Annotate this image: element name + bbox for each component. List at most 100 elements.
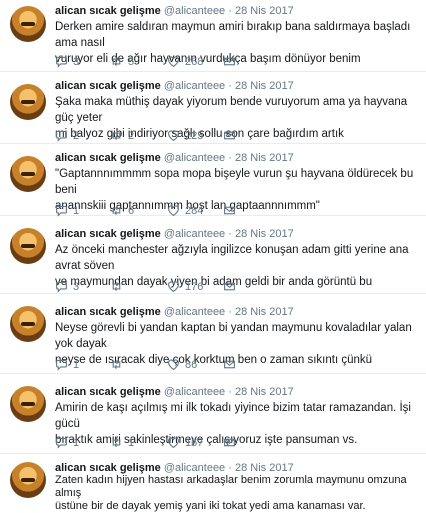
like-count: 167 [185, 436, 204, 449]
tweet-text-line: Az önceki manchester ağzıyla ingilizce k… [55, 244, 409, 272]
retweet-button[interactable] [110, 358, 128, 371]
reply-button[interactable]: 3 [55, 55, 79, 68]
tweet-date[interactable]: 28 Nis 2017 [235, 228, 294, 240]
avatar[interactable] [10, 306, 46, 342]
retweet-icon [112, 57, 121, 66]
display-name[interactable]: alican sıcak gelişme [55, 462, 161, 474]
like-count: 176 [185, 280, 204, 293]
retweet-icon [112, 360, 121, 369]
retweet-button[interactable]: 2 [110, 129, 134, 142]
reply-count: 1 [73, 204, 80, 217]
tweet-header: alican sıcak gelişme @alicanteee · 28 Ni… [55, 306, 294, 318]
like-button[interactable]: 176 [167, 280, 203, 293]
tweet-header: alican sıcak gelişme @alicanteee · 28 Ni… [55, 228, 294, 240]
tweet-text-line: Zaten kadın hijyen hastası arkadaşlar be… [55, 474, 407, 499]
retweet-count: 6 [128, 204, 135, 217]
handle[interactable]: @alicanteee [164, 228, 225, 240]
like-button[interactable]: 86 [167, 358, 197, 371]
heart-icon [168, 281, 179, 293]
reply-icon [56, 437, 67, 449]
display-name[interactable]: alican sıcak gelişme [55, 386, 161, 398]
avatar[interactable] [10, 84, 46, 120]
display-name[interactable]: alican sıcak gelişme [55, 152, 161, 164]
envelope-icon [224, 360, 235, 369]
retweet-count: 2 [128, 129, 135, 142]
reply-button[interactable]: 3 [55, 280, 79, 293]
handle[interactable]: @alicanteee [164, 386, 225, 398]
tweet-date[interactable]: 28 Nis 2017 [235, 386, 294, 398]
heart-icon [168, 437, 179, 449]
reply-count: 2 [73, 129, 80, 142]
tweet-item[interactable]: alican sıcak gelişme @alicanteee · 28 Ni… [0, 294, 426, 374]
retweet-icon [112, 282, 121, 291]
tweet-item[interactable]: alican sıcak gelişme @alicanteee · 28 Ni… [0, 72, 426, 144]
retweet-icon [112, 131, 121, 140]
heart-icon [168, 359, 179, 371]
tweet-item[interactable]: alican sıcak gelişme @alicanteee · 28 Ni… [0, 144, 426, 217]
retweet-count: 5 [128, 55, 135, 68]
tweet-date[interactable]: 28 Nis 2017 [235, 5, 294, 17]
avatar[interactable] [10, 462, 46, 498]
tweet-item[interactable]: alican sıcak gelişme @alicanteee · 28 Ni… [0, 216, 426, 294]
tweet-header: alican sıcak gelişme @alicanteee · 28 Ni… [55, 462, 294, 474]
tweet-item[interactable]: alican sıcak gelişme @alicanteee · 28 Ni… [0, 0, 426, 72]
tweet-header: alican sıcak gelişme @alicanteee · 28 Ni… [55, 5, 294, 17]
like-button[interactable]: 225 [167, 129, 203, 142]
tweet-item[interactable]: alican sıcak gelişme @alicanteee · 28 Ni… [0, 374, 426, 454]
direct-message-button[interactable] [223, 129, 236, 142]
direct-message-button[interactable] [223, 280, 236, 293]
direct-message-button[interactable] [223, 358, 236, 371]
tweet-date[interactable]: 28 Nis 2017 [235, 80, 294, 92]
reply-count: 1 [73, 358, 80, 371]
direct-message-button[interactable] [223, 436, 236, 449]
avatar[interactable] [10, 156, 46, 192]
envelope-icon [224, 282, 235, 291]
handle[interactable]: @alicanteee [164, 5, 225, 17]
retweet-button[interactable]: 1 [110, 436, 134, 449]
reply-button[interactable]: 1 [55, 436, 79, 449]
like-count: 86 [185, 358, 198, 371]
handle[interactable]: @alicanteee [164, 306, 225, 318]
tweet-text-line: Amirin de kaşı açılmış mi ilk tokadı yiy… [55, 402, 411, 430]
avatar[interactable] [10, 386, 46, 422]
tweet-text-line: Şaka maka müthiş dayak yiyorum bende vur… [55, 96, 408, 124]
like-button[interactable]: 167 [167, 436, 203, 449]
tweet-date[interactable]: 28 Nis 2017 [235, 306, 294, 318]
heart-icon [168, 130, 179, 142]
direct-message-button[interactable] [223, 55, 236, 68]
reply-icon [56, 281, 67, 293]
handle[interactable]: @alicanteee [164, 462, 225, 474]
like-count: 284 [185, 204, 204, 217]
tweet-text: Zaten kadın hijyen hastası arkadaşlar be… [55, 474, 414, 513]
display-name[interactable]: alican sıcak gelişme [55, 5, 161, 17]
reply-icon [56, 130, 67, 142]
tweet-item[interactable]: alican sıcak gelişme @alicanteee · 28 Ni… [0, 454, 426, 512]
handle[interactable]: @alicanteee [164, 152, 225, 164]
display-name[interactable]: alican sıcak gelişme [55, 228, 161, 240]
reply-button[interactable]: 1 [55, 358, 79, 371]
like-count: 225 [185, 129, 204, 142]
envelope-icon [224, 57, 235, 66]
display-name[interactable]: alican sıcak gelişme [55, 80, 161, 92]
reply-count: 3 [73, 55, 80, 68]
retweet-icon [112, 438, 121, 447]
avatar[interactable] [10, 6, 46, 42]
tweet-text-line: Neyse görevli bi yandan kaptan bi yandan… [55, 322, 412, 350]
avatar[interactable] [10, 228, 46, 264]
retweet-button[interactable] [110, 280, 128, 293]
retweet-count: 1 [128, 436, 135, 449]
tweet-date[interactable]: 28 Nis 2017 [235, 462, 294, 474]
like-count: 268 [185, 55, 204, 68]
like-button[interactable]: 268 [167, 55, 203, 68]
handle[interactable]: @alicanteee [164, 80, 225, 92]
retweet-button[interactable]: 5 [110, 55, 134, 68]
reply-icon [56, 359, 67, 371]
reply-button[interactable]: 2 [55, 129, 79, 142]
envelope-icon [224, 131, 235, 140]
envelope-icon [224, 438, 235, 447]
display-name[interactable]: alican sıcak gelişme [55, 306, 161, 318]
tweet-date[interactable]: 28 Nis 2017 [235, 152, 294, 164]
reply-count: 3 [73, 280, 80, 293]
tweet-header: alican sıcak gelişme @alicanteee · 28 Ni… [55, 80, 294, 92]
tweet-text-line: üstüne bir de dayak yemiş yani iki tokat… [55, 500, 366, 512]
